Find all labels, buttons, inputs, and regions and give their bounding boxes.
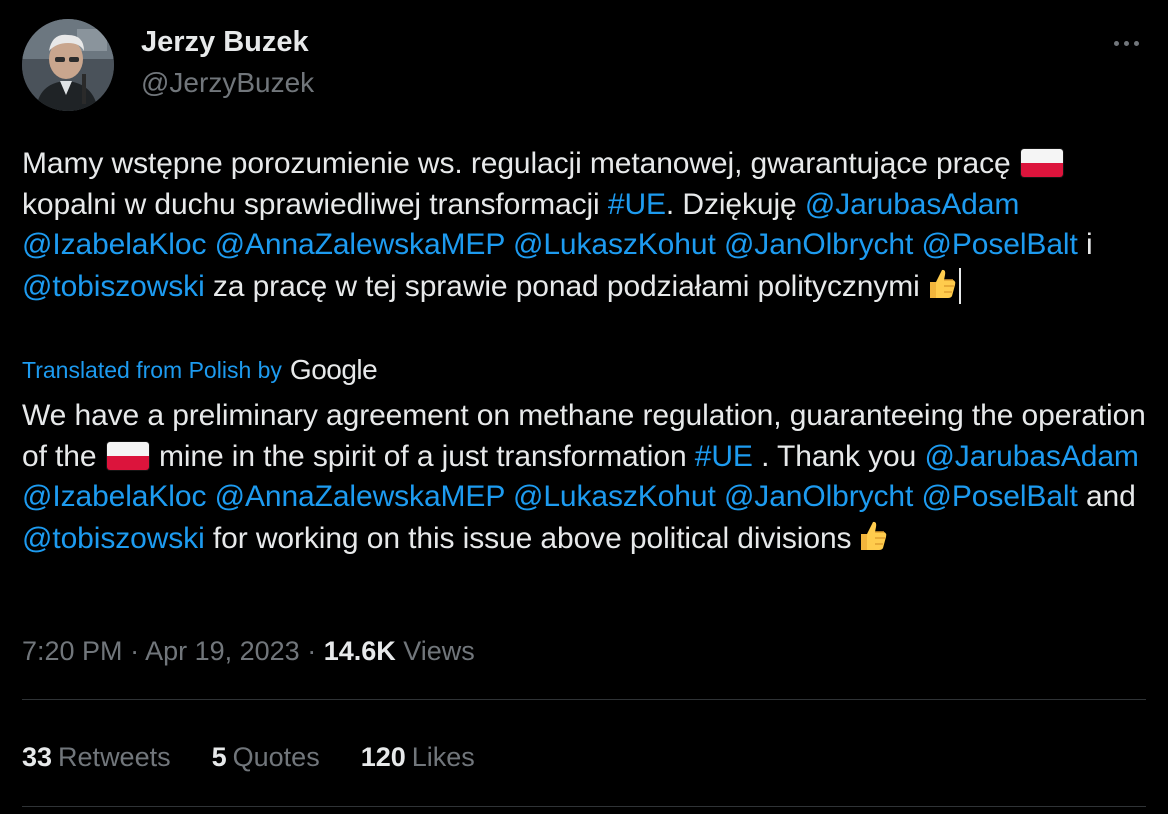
more-horizontal-icon[interactable] bbox=[1106, 28, 1146, 58]
mention-link[interactable]: @tobiszowski bbox=[22, 522, 205, 555]
meta-separator: · bbox=[122, 636, 146, 666]
retweets-count: 33 bbox=[22, 742, 53, 772]
likes-count: 120 bbox=[360, 742, 406, 772]
quotes-label: Quotes bbox=[232, 742, 320, 772]
mention-link[interactable]: @JarubasAdam bbox=[924, 440, 1138, 473]
translation-notice: Translated from Polish by Google bbox=[22, 352, 378, 388]
hashtag-link[interactable]: #UE bbox=[608, 188, 666, 221]
mention-link[interactable]: @LukaszKohut bbox=[513, 480, 716, 513]
likes-label: Likes bbox=[411, 742, 475, 772]
quotes-count: 5 bbox=[211, 742, 227, 772]
mention-link[interactable]: @JanOlbrycht bbox=[724, 228, 913, 261]
text-fragment: mine in the spirit of a just transformat… bbox=[150, 439, 695, 473]
text-fragment: za pracę w tej sprawie ponad podziałami … bbox=[204, 269, 920, 303]
text-fragment: . Thank you bbox=[752, 439, 925, 473]
mention-link[interactable]: @tobiszowski bbox=[22, 270, 205, 303]
mention-link[interactable]: @IzabelaKloc bbox=[22, 228, 206, 261]
poland-flag-icon bbox=[106, 441, 149, 470]
tweet-text-original: Mamy wstępne porozumienie ws. regulacji … bbox=[22, 144, 1146, 313]
mention-link[interactable]: @LukaszKohut bbox=[513, 228, 716, 261]
mention-link[interactable]: @AnnaZalewskaMEP bbox=[215, 480, 505, 513]
text-fragment: . Dziękuję bbox=[665, 187, 805, 221]
text-fragment: Mamy wstępne porozumienie ws. regulacji … bbox=[22, 147, 1019, 180]
mention-link[interactable]: @JanOlbrycht bbox=[724, 480, 913, 513]
tweet: Jerzy Buzek @JerzyBuzek Mamy wstępne por… bbox=[0, 0, 1168, 814]
google-logo: Google bbox=[289, 354, 378, 385]
engagement-stats: 33 Retweets 5 Quotes 120 Likes bbox=[22, 738, 516, 776]
tweet-text-translated: We have a preliminary agreement on metha… bbox=[22, 396, 1146, 565]
hashtag-link[interactable]: #UE bbox=[695, 440, 753, 473]
text-fragment: kopalni w duchu sprawiedliwej transforma… bbox=[22, 187, 608, 221]
thumbs-up-icon bbox=[922, 266, 958, 314]
text-fragment: and bbox=[1077, 480, 1136, 513]
meta-separator: · bbox=[299, 636, 324, 666]
poland-flag-icon bbox=[1020, 149, 1063, 177]
author-display-name[interactable]: Jerzy Buzek bbox=[141, 25, 309, 59]
text-fragment: for working on this issue above politica… bbox=[204, 521, 852, 555]
divider bbox=[22, 699, 1146, 700]
mention-link[interactable]: @AnnaZalewskaMEP bbox=[215, 228, 505, 261]
tweet-meta: 7:20 PM · Apr 19, 2023 · 14.6K Views bbox=[22, 632, 475, 670]
retweets-stat[interactable]: 33 Retweets bbox=[22, 738, 171, 776]
tweet-date[interactable]: Apr 19, 2023 bbox=[145, 636, 300, 666]
retweets-label: Retweets bbox=[58, 742, 171, 772]
views-count[interactable]: 14.6K bbox=[324, 636, 396, 666]
text-fragment: i bbox=[1077, 228, 1093, 261]
mention-link[interactable]: @PoselBalt bbox=[922, 480, 1078, 513]
mention-link[interactable]: @IzabelaKloc bbox=[22, 480, 206, 513]
views-label: Views bbox=[395, 636, 475, 666]
tweet-time[interactable]: 7:20 PM bbox=[22, 636, 123, 666]
mention-link[interactable]: @PoselBalt bbox=[922, 228, 1078, 261]
author-handle[interactable]: @JerzyBuzek bbox=[141, 66, 314, 100]
thumbs-up-icon bbox=[853, 518, 889, 566]
avatar[interactable] bbox=[22, 19, 114, 111]
translated-from-label[interactable]: Translated from Polish by bbox=[22, 357, 282, 384]
avatar-image bbox=[22, 19, 114, 111]
quotes-stat[interactable]: 5 Quotes bbox=[212, 738, 320, 776]
likes-stat[interactable]: 120 Likes bbox=[361, 738, 475, 776]
mention-link[interactable]: @JarubasAdam bbox=[805, 188, 1019, 221]
divider bbox=[22, 806, 1146, 807]
text-cursor bbox=[958, 267, 961, 304]
